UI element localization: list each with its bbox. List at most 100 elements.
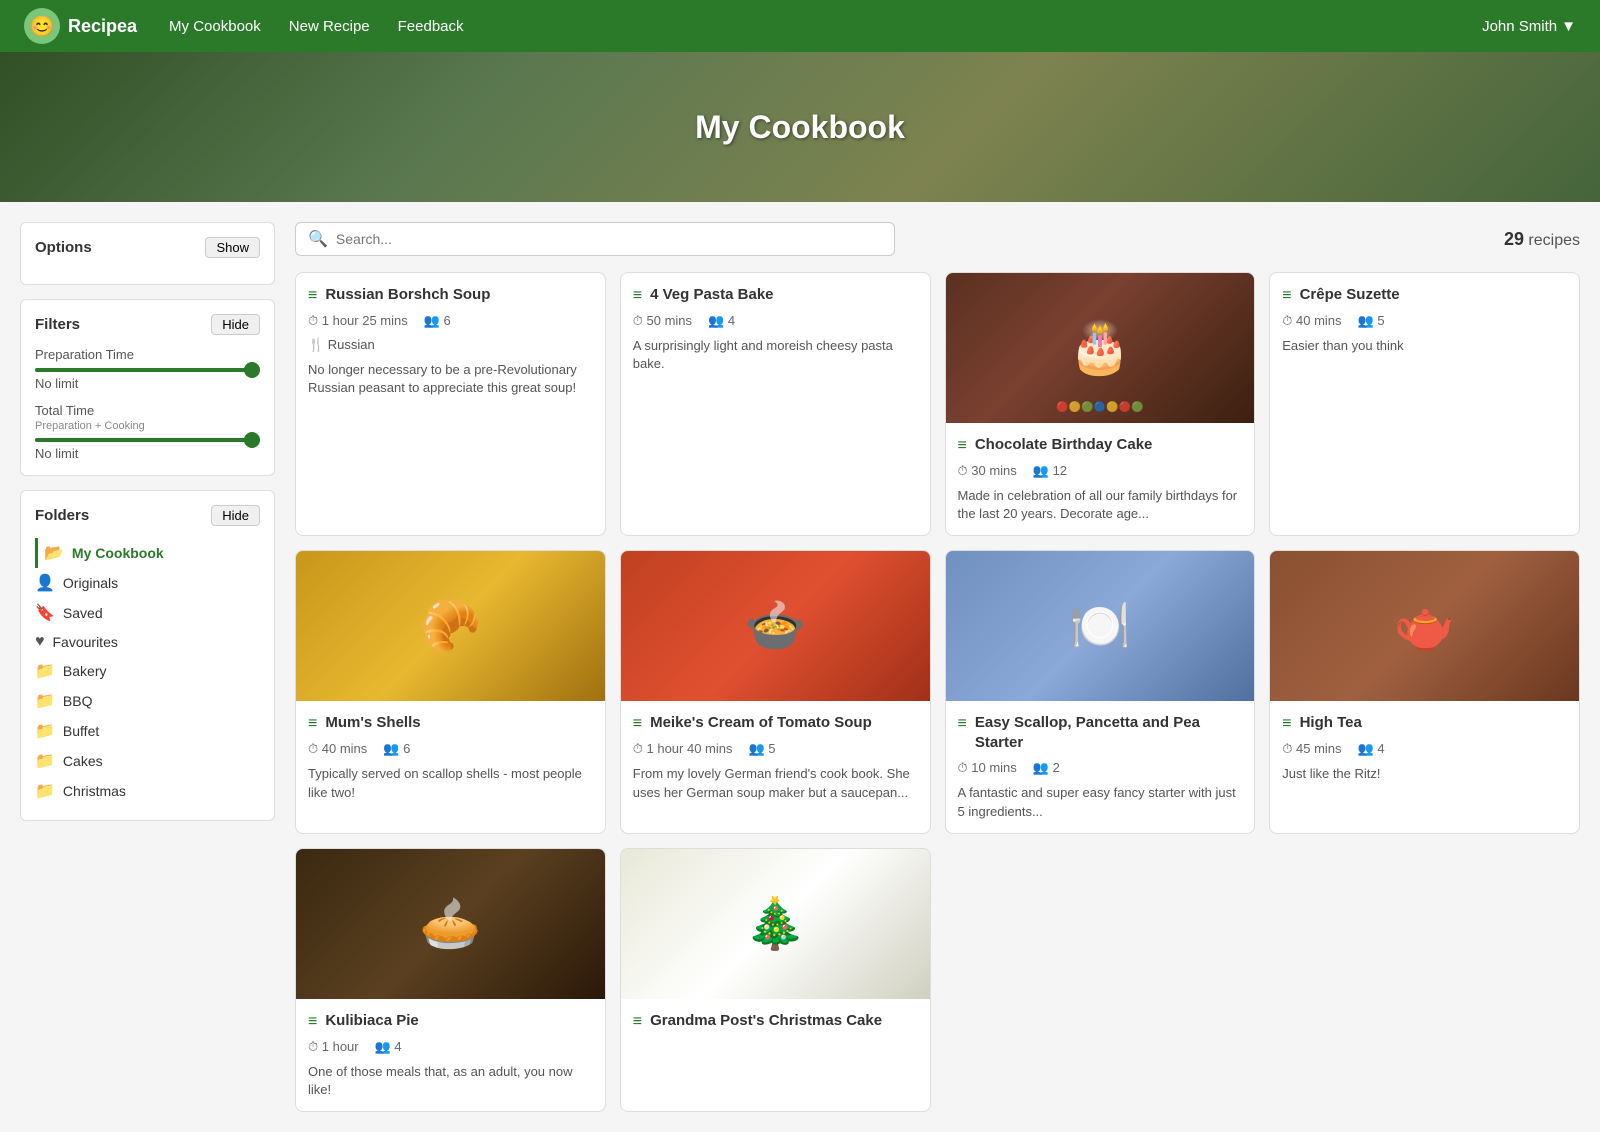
recipe-servings: 👥 12 <box>1033 463 1067 479</box>
filters-hide-button[interactable]: Hide <box>211 314 260 335</box>
recipe-card-body: ≡ Meike's Cream of Tomato Soup ⏱ 1 hour … <box>621 701 930 813</box>
hero-title: My Cookbook <box>695 109 905 146</box>
user-name: John Smith <box>1482 18 1557 35</box>
recipe-menu-icon: ≡ <box>1282 715 1291 733</box>
recipe-meta: ⏱ 50 mins 👥 4 <box>633 313 918 329</box>
total-time-sublabel: Preparation + Cooking <box>35 420 260 432</box>
recipe-menu-icon: ≡ <box>308 715 317 733</box>
folder-cakes[interactable]: 📁 Cakes <box>35 746 260 776</box>
folder-originals[interactable]: 👤 Originals <box>35 568 260 598</box>
recipe-image: 🎄 <box>621 849 930 999</box>
search-bar[interactable]: 🔍 <box>295 222 895 256</box>
folder-buffet[interactable]: 📁 Buffet <box>35 716 260 746</box>
recipe-card[interactable]: 🍽️ ≡ Easy Scallop, Pancetta and Pea Star… <box>945 550 1256 833</box>
recipe-title: Russian Borshch Soup <box>325 285 490 305</box>
total-time-slider-track[interactable] <box>35 438 260 442</box>
recipe-meta: ⏱ 40 mins 👥 6 <box>308 741 593 757</box>
logo-text: Recipea <box>68 16 137 37</box>
filters-section: Filters Hide Preparation Time No limit T… <box>20 299 275 476</box>
navbar: 😊 Recipea My Cookbook New Recipe Feedbac… <box>0 0 1600 52</box>
recipe-time: ⏱ 1 hour 40 mins <box>633 741 733 757</box>
folder-open-icon: 📂 <box>44 543 64 563</box>
recipe-image: 🍽️ <box>946 551 1255 701</box>
recipe-card[interactable]: ≡ 4 Veg Pasta Bake ⏱ 50 mins 👥 4 A surpr… <box>620 272 931 536</box>
folder-my-cookbook[interactable]: 📂 My Cookbook <box>35 538 260 568</box>
recipe-grid: ≡ Russian Borshch Soup ⏱ 1 hour 25 mins … <box>295 272 1580 1112</box>
recipe-tag: 🍴 Russian <box>308 337 593 353</box>
recipe-count-label: recipes <box>1528 232 1580 249</box>
prep-time-no-limit: No limit <box>35 376 260 391</box>
recipe-card[interactable]: 🥐 ≡ Mum's Shells ⏱ 40 mins 👥 6 Typically… <box>295 550 606 833</box>
folder-favourites[interactable]: ♥ Favourites <box>35 628 260 656</box>
recipe-servings: 👥 4 <box>708 313 735 329</box>
recipe-time: ⏱ 30 mins <box>958 463 1017 479</box>
nav-my-cookbook[interactable]: My Cookbook <box>169 18 261 35</box>
search-icon: 🔍 <box>308 229 328 249</box>
recipe-menu-icon: ≡ <box>308 1013 317 1031</box>
recipe-card[interactable]: 🎂 🔴🟡🟢🔵🟡🔴🟢 ≡ Chocolate Birthday Cake ⏱ 30… <box>945 272 1256 536</box>
recipe-description: From my lovely German friend's cook book… <box>633 765 918 801</box>
recipe-time: ⏱ 40 mins <box>1282 313 1341 329</box>
recipe-title-row: ≡ Russian Borshch Soup <box>308 285 593 305</box>
prep-time-slider-fill <box>35 368 260 372</box>
recipe-card[interactable]: 🥧 ≡ Kulibiaca Pie ⏱ 1 hour 👥 4 One of th… <box>295 848 606 1112</box>
prep-time-slider-thumb[interactable] <box>244 362 260 378</box>
options-show-button[interactable]: Show <box>205 237 260 258</box>
prep-time-slider-track[interactable] <box>35 368 260 372</box>
recipe-time: ⏱ 1 hour <box>308 1039 359 1055</box>
recipe-card-body: ≡ Easy Scallop, Pancetta and Pea Starter… <box>946 701 1255 832</box>
recipe-card[interactable]: ≡ Russian Borshch Soup ⏱ 1 hour 25 mins … <box>295 272 606 536</box>
folder-label: Buffet <box>63 723 99 739</box>
recipe-title: Grandma Post's Christmas Cake <box>650 1011 882 1031</box>
user-menu[interactable]: John Smith ▼ <box>1482 18 1576 35</box>
recipe-image: 🍲 <box>621 551 930 701</box>
main-layout: Options Show Filters Hide Preparation Ti… <box>0 202 1600 1132</box>
nav-new-recipe[interactable]: New Recipe <box>289 18 370 35</box>
sidebar: Options Show Filters Hide Preparation Ti… <box>20 222 275 1112</box>
folder-icon: 📁 <box>35 661 55 681</box>
recipe-menu-icon: ≡ <box>958 437 967 455</box>
recipe-description: Easier than you think <box>1282 337 1567 355</box>
folder-christmas[interactable]: 📁 Christmas <box>35 776 260 806</box>
nav-feedback[interactable]: Feedback <box>398 18 464 35</box>
recipe-card[interactable]: ≡ Crêpe Suzette ⏱ 40 mins 👥 5 Easier tha… <box>1269 272 1580 536</box>
recipe-card-body: ≡ Mum's Shells ⏱ 40 mins 👥 6 Typically s… <box>296 701 605 813</box>
recipe-time: ⏱ 50 mins <box>633 313 692 329</box>
heart-icon: ♥ <box>35 633 45 651</box>
options-header: Options Show <box>35 237 260 258</box>
folder-label: Bakery <box>63 663 107 679</box>
recipe-card-body: ≡ 4 Veg Pasta Bake ⏱ 50 mins 👥 4 A surpr… <box>621 273 930 385</box>
recipe-card-body: ≡ Chocolate Birthday Cake ⏱ 30 mins 👥 12… <box>946 423 1255 535</box>
total-time-slider-fill <box>35 438 260 442</box>
folder-bakery[interactable]: 📁 Bakery <box>35 656 260 686</box>
recipe-description: A fantastic and super easy fancy starter… <box>958 784 1243 820</box>
logo[interactable]: 😊 Recipea <box>24 8 137 44</box>
recipe-title: Kulibiaca Pie <box>325 1011 418 1031</box>
recipe-time: ⏱ 45 mins <box>1282 741 1341 757</box>
search-input[interactable] <box>336 231 882 247</box>
folders-hide-button[interactable]: Hide <box>211 505 260 526</box>
main-content: 🔍 29 recipes ≡ Russian Borshch Soup ⏱ 1 … <box>295 222 1580 1112</box>
recipe-title-row: ≡ 4 Veg Pasta Bake <box>633 285 918 305</box>
recipe-meta: ⏱ 40 mins 👥 5 <box>1282 313 1567 329</box>
recipe-card[interactable]: 🎄 ≡ Grandma Post's Christmas Cake <box>620 848 931 1112</box>
recipe-card[interactable]: 🍲 ≡ Meike's Cream of Tomato Soup ⏱ 1 hou… <box>620 550 931 833</box>
recipe-card[interactable]: 🫖 ≡ High Tea ⏱ 45 mins 👥 4 Just like the… <box>1269 550 1580 833</box>
recipe-image: 🎂 🔴🟡🟢🔵🟡🔴🟢 <box>946 273 1255 423</box>
recipe-title: Meike's Cream of Tomato Soup <box>650 713 872 733</box>
recipe-servings: 👥 2 <box>1033 760 1060 776</box>
folder-saved[interactable]: 🔖 Saved <box>35 598 260 628</box>
folder-label: Originals <box>63 575 118 591</box>
recipe-menu-icon: ≡ <box>633 287 642 305</box>
recipe-description: One of those meals that, as an adult, yo… <box>308 1063 593 1099</box>
folders-section: Folders Hide 📂 My Cookbook 👤 Originals 🔖… <box>20 490 275 821</box>
recipe-title: 4 Veg Pasta Bake <box>650 285 773 305</box>
folder-bbq[interactable]: 📁 BBQ <box>35 686 260 716</box>
recipe-image: 🥐 <box>296 551 605 701</box>
recipe-meta: ⏱ 1 hour 👥 4 <box>308 1039 593 1055</box>
recipe-menu-icon: ≡ <box>633 715 642 733</box>
recipe-title: Crêpe Suzette <box>1300 285 1400 305</box>
total-time-slider-thumb[interactable] <box>244 432 260 448</box>
recipe-servings: 👥 5 <box>749 741 776 757</box>
recipe-title-row: ≡ Kulibiaca Pie <box>308 1011 593 1031</box>
